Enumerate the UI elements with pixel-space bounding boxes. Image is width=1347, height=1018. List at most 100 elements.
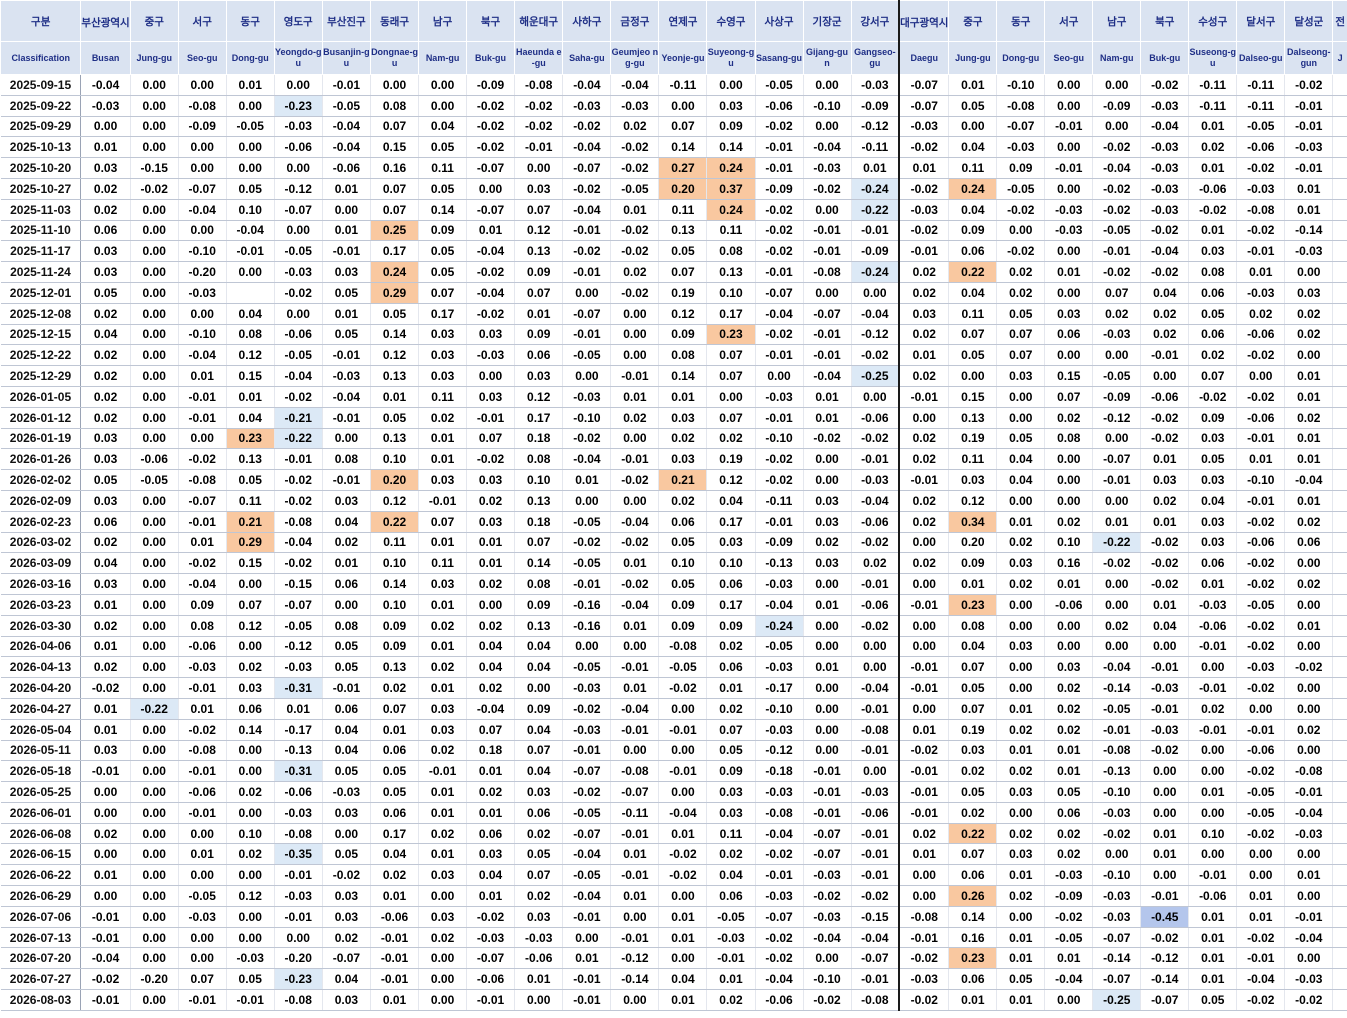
value-cell: 0.00 xyxy=(1044,282,1094,304)
value-cell: 0.02 xyxy=(514,885,564,907)
edge-cell xyxy=(1332,199,1347,221)
value-cell: 0.04 xyxy=(466,636,516,658)
value-cell: -0.02 xyxy=(803,989,852,1011)
value-cell: -0.01 xyxy=(1140,656,1190,679)
value-cell: 0.04 xyxy=(322,968,372,991)
value-cell: 0.01 xyxy=(370,885,420,907)
value-cell: 0.03 xyxy=(996,781,1046,803)
value-cell: 0.00 xyxy=(1140,636,1190,658)
value-cell: 0.00 xyxy=(610,989,660,1011)
value-cell: 0.02 xyxy=(706,843,756,866)
header-row-english: Classification Busan Jung-gu Seo-gu Dong-gu Y… xyxy=(0,41,1347,75)
value-cell: 0.09 xyxy=(948,552,998,575)
value-cell: 0.12 xyxy=(658,303,708,325)
value-cell: 0.10 xyxy=(370,594,420,616)
value-cell: 0.04 xyxy=(514,760,564,783)
value-cell: 0.01 xyxy=(562,469,612,491)
value-cell: 0.00 xyxy=(610,490,660,512)
value-cell: 0.01 xyxy=(1284,428,1334,450)
value-cell: 0.00 xyxy=(803,615,852,637)
value-cell: -0.03 xyxy=(1236,178,1286,200)
row-date: 2026-04-06 xyxy=(0,636,82,658)
value-cell: 0.07 xyxy=(706,719,756,741)
value-cell: -0.05 xyxy=(996,178,1046,200)
value-cell: -0.02 xyxy=(1284,74,1334,96)
value-cell: -0.07 xyxy=(562,760,612,783)
value-cell: 0.00 xyxy=(1284,636,1334,658)
value-cell: 0.13 xyxy=(226,448,275,471)
column-header-ko: 사하구 xyxy=(562,0,612,42)
value-cell: -0.05 xyxy=(130,469,179,491)
value-cell: 0.00 xyxy=(226,760,275,783)
value-cell: -0.03 xyxy=(1092,802,1142,824)
table-row: 2026-03-30 0.02 0.00 0.08 0.12 -0.05 0.08 0.09 0… xyxy=(0,615,1347,637)
value-cell: -0.01 xyxy=(1236,719,1286,741)
value-cell: 0.00 xyxy=(1140,864,1190,887)
value-cell: -0.06 xyxy=(178,781,227,803)
value-cell: -0.04 xyxy=(80,947,131,970)
value-cell: 0.07 xyxy=(514,199,564,221)
value-cell: -0.13 xyxy=(1092,760,1142,783)
value-cell: -0.01 xyxy=(562,261,612,283)
value-cell: -0.01 xyxy=(1188,719,1238,741)
value-cell: -0.03 xyxy=(226,947,275,970)
value-cell: -0.04 xyxy=(178,573,227,595)
value-cell: 0.01 xyxy=(996,927,1046,949)
value-cell: 0.02 xyxy=(658,428,708,450)
table-row: 2025-12-22 0.02 0.00 -0.04 0.12 -0.05 -0.01 0.1… xyxy=(0,344,1347,367)
value-cell: 0.03 xyxy=(514,178,564,200)
edge-cell xyxy=(1332,157,1347,179)
value-cell: -0.08 xyxy=(514,74,564,96)
value-cell: -0.02 xyxy=(755,469,804,491)
value-cell: -0.03 xyxy=(274,802,323,824)
value-cell: 0.05 xyxy=(418,261,468,283)
value-cell: -0.02 xyxy=(1236,636,1286,658)
value-cell: 0.07 xyxy=(418,282,468,304)
value-cell: 0.00 xyxy=(130,407,179,429)
value-cell: 0.24 xyxy=(706,157,756,179)
value-cell: -0.03 xyxy=(466,344,516,367)
value-cell: 0.12 xyxy=(370,490,420,512)
value-cell: 0.01 xyxy=(1284,199,1334,221)
value-cell: 0.02 xyxy=(706,989,756,1011)
value-cell: -0.07 xyxy=(274,199,323,221)
value-cell: 0.03 xyxy=(322,885,372,907)
value-cell: -0.03 xyxy=(755,656,804,679)
value-cell: -0.12 xyxy=(1140,947,1190,970)
value-cell: 0.00 xyxy=(1092,490,1142,512)
row-date: 2026-06-08 xyxy=(0,823,82,845)
value-cell: 0.07 xyxy=(370,698,420,720)
edge-cell xyxy=(1332,802,1347,824)
value-cell: -0.04 xyxy=(322,116,372,138)
value-cell: -0.01 xyxy=(562,906,612,928)
column-header-en: Jung-gu xyxy=(129,41,179,75)
value-cell: 0.03 xyxy=(898,303,950,325)
value-cell: -0.01 xyxy=(658,719,708,741)
value-cell: -0.01 xyxy=(178,407,227,429)
edge-cell xyxy=(1332,448,1347,471)
value-cell: -0.45 xyxy=(1140,906,1190,928)
value-cell: 0.03 xyxy=(418,719,468,741)
value-cell: 0.09 xyxy=(658,594,708,616)
value-cell: 0.00 xyxy=(130,95,179,117)
table-row: 2025-12-01 0.05 0.00 -0.03 -0.02 0.05 0.29 0.07… xyxy=(0,282,1347,304)
value-cell: 0.03 xyxy=(418,573,468,595)
value-cell: 0.02 xyxy=(1284,719,1334,741)
edge-cell xyxy=(1332,573,1347,595)
table-row: 2026-07-13 -0.01 0.00 0.00 0.00 0.00 0.02 -0.01… xyxy=(0,927,1347,949)
value-cell: 0.01 xyxy=(80,719,131,741)
value-cell: -0.10 xyxy=(562,407,612,429)
value-cell: 0.07 xyxy=(370,116,420,138)
value-cell: 0.02 xyxy=(1140,303,1190,325)
value-cell: 0.03 xyxy=(322,261,372,283)
column-header-ko: 전 xyxy=(1332,0,1347,42)
value-cell: 0.05 xyxy=(1188,989,1238,1011)
value-cell: 0.01 xyxy=(1188,573,1238,595)
value-cell: -0.02 xyxy=(898,178,950,200)
value-cell: 0.00 xyxy=(1188,740,1238,762)
value-cell: 0.07 xyxy=(1044,386,1094,408)
value-cell: 0.03 xyxy=(706,95,756,117)
value-cell: -0.02 xyxy=(1044,906,1094,928)
value-cell: 0.00 xyxy=(996,677,1046,699)
value-cell: -0.02 xyxy=(562,428,612,450)
